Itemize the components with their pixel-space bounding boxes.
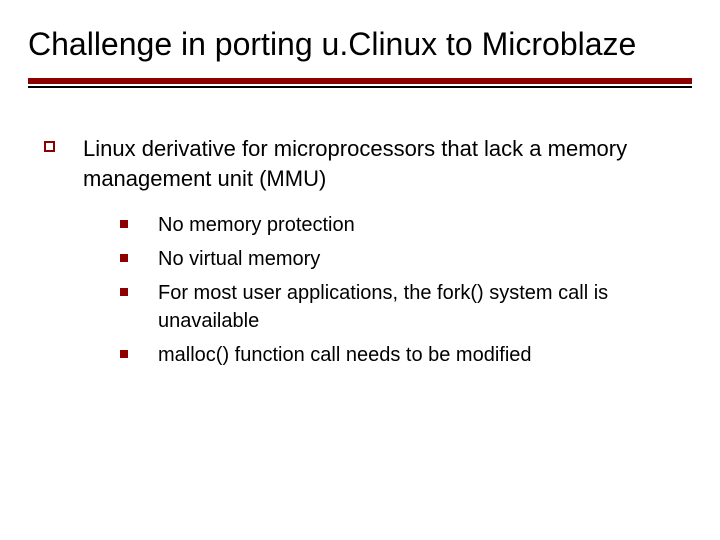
title-divider	[28, 78, 692, 86]
filled-square-icon	[120, 288, 128, 296]
sub-bullet-text: No virtual memory	[158, 245, 320, 273]
list-item: No virtual memory	[120, 245, 692, 273]
slide-body: Linux derivative for microprocessors tha…	[28, 134, 692, 369]
main-bullet: Linux derivative for microprocessors tha…	[44, 134, 692, 193]
list-item: For most user applications, the fork() s…	[120, 279, 692, 335]
slide-title: Challenge in porting u.Clinux to Microbl…	[28, 24, 692, 64]
sub-bullet-list: No memory protection No virtual memory F…	[44, 211, 692, 369]
list-item: No memory protection	[120, 211, 692, 239]
sub-bullet-text: No memory protection	[158, 211, 355, 239]
list-item: malloc() function call needs to be modif…	[120, 341, 692, 369]
main-bullet-text: Linux derivative for microprocessors tha…	[83, 134, 692, 193]
filled-square-icon	[120, 254, 128, 262]
filled-square-icon	[120, 350, 128, 358]
sub-bullet-text: For most user applications, the fork() s…	[158, 279, 692, 335]
filled-square-icon	[120, 220, 128, 228]
hollow-square-icon	[44, 141, 55, 152]
sub-bullet-text: malloc() function call needs to be modif…	[158, 341, 532, 369]
